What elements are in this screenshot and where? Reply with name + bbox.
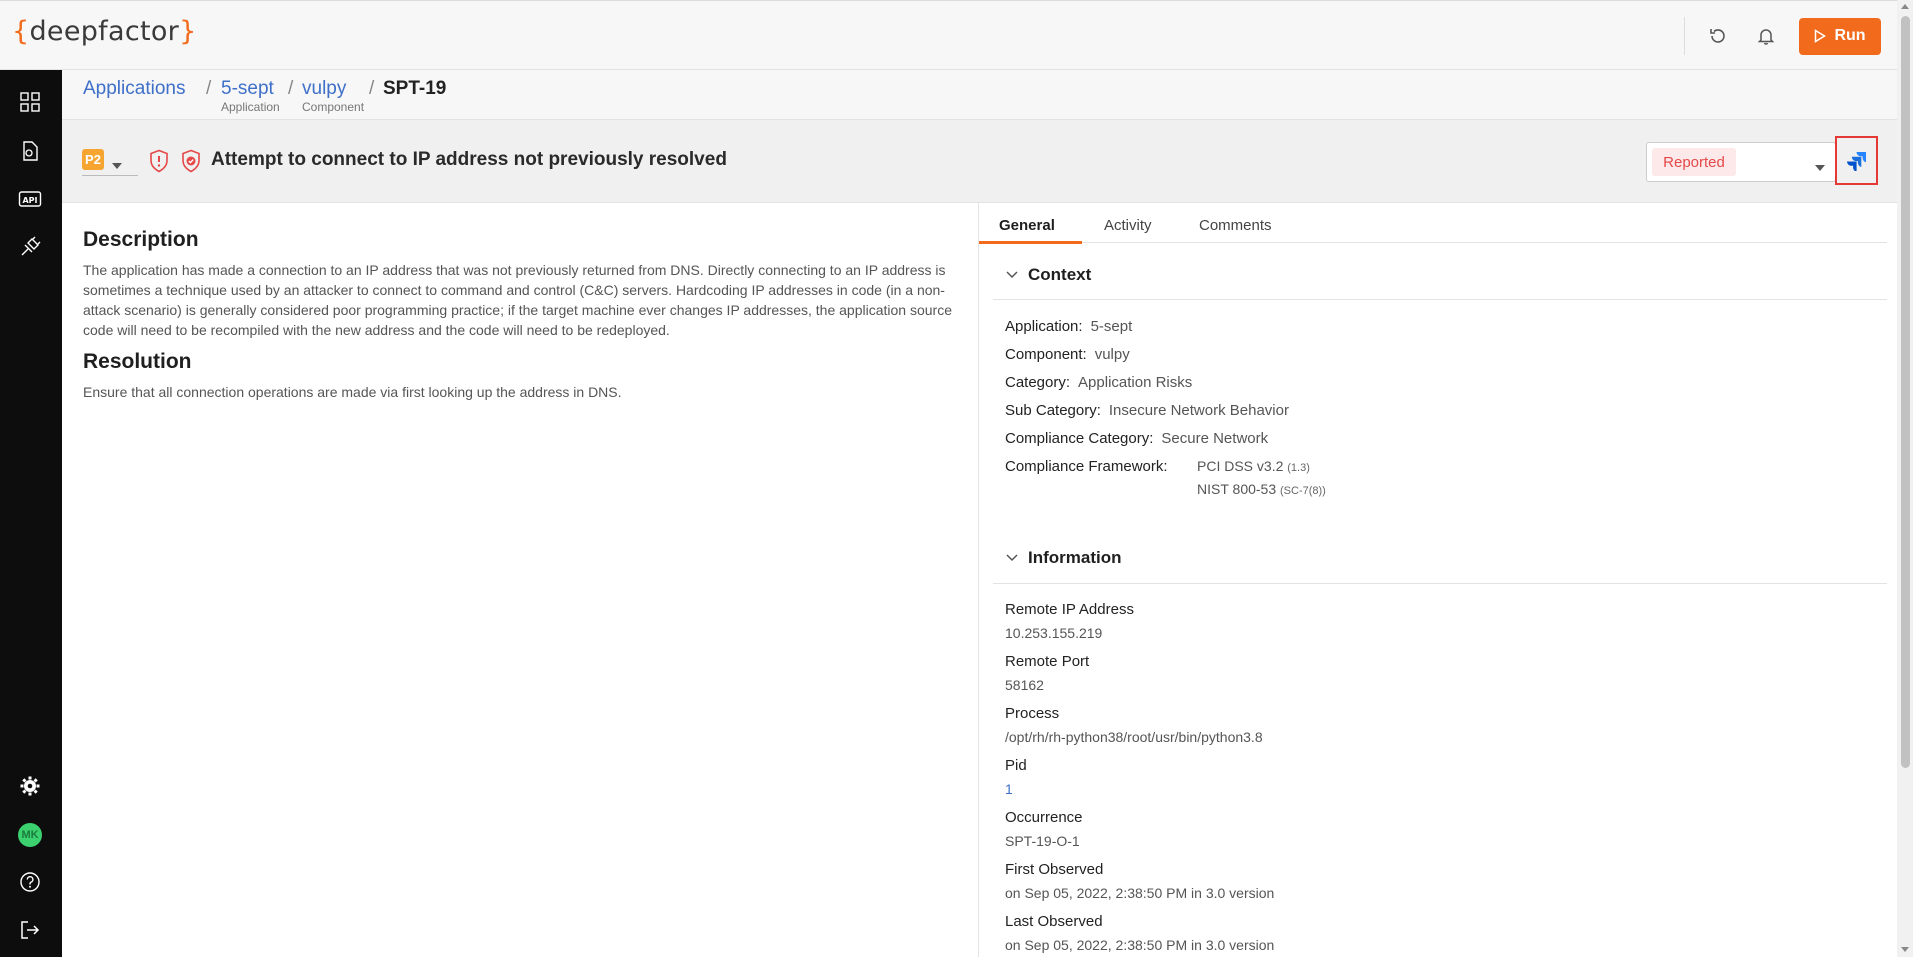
chevron-down-icon bbox=[1815, 158, 1825, 176]
top-bar: {deepfactor} Run bbox=[0, 0, 1897, 70]
breadcrumb-separator: / bbox=[288, 78, 294, 99]
information-heading: Information bbox=[1028, 548, 1122, 567]
integration-plug-icon[interactable] bbox=[15, 232, 45, 262]
run-label: Run bbox=[1834, 27, 1866, 44]
description-text: The application has made a connection to… bbox=[83, 262, 952, 338]
tab-activity[interactable]: Activity bbox=[1104, 217, 1152, 234]
breadcrumb-current: SPT-19 bbox=[383, 78, 447, 99]
resolution-heading: Resolution bbox=[83, 350, 192, 373]
deepfactor-logo[interactable]: {deepfactor} bbox=[12, 16, 197, 47]
jira-button[interactable] bbox=[1835, 136, 1878, 185]
logout-icon[interactable] bbox=[15, 915, 45, 945]
context-subcategory: Sub Category: Insecure Network Behavior bbox=[1005, 402, 1289, 419]
alert-title: Attempt to connect to IP address not pre… bbox=[211, 149, 727, 170]
top-actions: Run bbox=[1684, 17, 1881, 55]
play-icon bbox=[1815, 29, 1827, 43]
tab-general[interactable]: General bbox=[999, 217, 1055, 234]
shield-alert-icon bbox=[148, 149, 170, 178]
scroll-down-arrow-icon[interactable] bbox=[1901, 947, 1909, 952]
api-icon[interactable]: API bbox=[15, 184, 45, 214]
gear-icon[interactable] bbox=[15, 771, 45, 801]
status-badge: Reported bbox=[1652, 148, 1736, 176]
avatar[interactable]: MK bbox=[18, 823, 42, 847]
first-observed-value: on Sep 05, 2022, 2:38:50 PM in 3.0 versi… bbox=[1005, 885, 1275, 901]
status-select[interactable]: Reported bbox=[1646, 142, 1836, 182]
breadcrumb-component-sub: Component bbox=[302, 100, 365, 114]
context-compliance-category: Compliance Category: Secure Network bbox=[1005, 430, 1269, 447]
context-application: Application: 5-sept bbox=[1005, 318, 1133, 335]
tab-comments[interactable]: Comments bbox=[1199, 217, 1272, 234]
breadcrumb: Applications / 5-sept Application / vulp… bbox=[62, 70, 1897, 120]
scroll-up-arrow-icon[interactable] bbox=[1901, 4, 1909, 9]
description-heading: Description bbox=[83, 228, 199, 251]
svg-text:API: API bbox=[22, 196, 37, 205]
resolution-text: Ensure that all connection operations ar… bbox=[83, 384, 622, 400]
bell-icon[interactable] bbox=[1751, 21, 1781, 51]
divider bbox=[993, 583, 1887, 584]
context-component: Component: vulpy bbox=[1005, 346, 1130, 363]
logo-brace-close: } bbox=[179, 16, 197, 47]
pid-label: Pid bbox=[1005, 757, 1027, 774]
priority-chevron-down-icon[interactable] bbox=[112, 156, 122, 174]
remote-ip-label: Remote IP Address bbox=[1005, 601, 1134, 618]
jira-icon bbox=[1846, 151, 1866, 171]
run-button[interactable]: Run bbox=[1799, 17, 1881, 55]
remote-port-label: Remote Port bbox=[1005, 653, 1090, 670]
scroll-thumb[interactable] bbox=[1901, 16, 1910, 768]
alert-header: P2 Attempt to connect to IP address not … bbox=[62, 120, 1897, 203]
breadcrumb-component[interactable]: vulpy bbox=[302, 78, 346, 100]
panel-divider bbox=[978, 203, 979, 957]
first-observed-label: First Observed bbox=[1005, 861, 1104, 878]
divider bbox=[1684, 17, 1685, 55]
page-scrollbar[interactable] bbox=[1897, 0, 1913, 957]
framework-item: PCI DSS v3.2 (1.3) bbox=[1197, 458, 1310, 474]
application-file-icon[interactable] bbox=[15, 136, 45, 166]
breadcrumb-separator: / bbox=[206, 78, 212, 99]
logo-text: deepfactor bbox=[29, 16, 180, 47]
chevron-down-icon bbox=[1006, 271, 1018, 279]
sidebar: API MK bbox=[0, 70, 62, 957]
refresh-icon[interactable] bbox=[1703, 21, 1733, 51]
breadcrumb-applications[interactable]: Applications bbox=[83, 78, 185, 100]
process-value: /opt/rh/rh-python38/root/usr/bin/python3… bbox=[1005, 729, 1263, 745]
remote-port-value: 58162 bbox=[1005, 677, 1044, 693]
breadcrumb-application[interactable]: 5-sept bbox=[221, 78, 274, 100]
last-observed-value: on Sep 05, 2022, 2:38:50 PM in 3.0 versi… bbox=[1005, 937, 1275, 953]
detail-tabs: General Activity Comments bbox=[979, 203, 1887, 244]
context-section-toggle[interactable]: Context bbox=[1006, 265, 1091, 285]
dashboard-icon[interactable] bbox=[15, 87, 45, 117]
divider bbox=[993, 299, 1887, 300]
priority-underline bbox=[82, 175, 138, 176]
active-tab-indicator bbox=[979, 241, 1082, 244]
information-section-toggle[interactable]: Information bbox=[1006, 548, 1122, 568]
help-icon[interactable] bbox=[15, 867, 45, 897]
priority-badge[interactable]: P2 bbox=[82, 149, 104, 170]
breadcrumb-separator: / bbox=[369, 78, 375, 99]
pid-link[interactable]: 1 bbox=[1005, 781, 1013, 797]
context-heading: Context bbox=[1028, 265, 1092, 284]
context-category: Category: Application Risks bbox=[1005, 374, 1193, 391]
occurrence-value: SPT-19-O-1 bbox=[1005, 833, 1080, 849]
framework-list: PCI DSS v3.2 (1.3) NIST 800-53 (SC-7(8)) bbox=[1197, 456, 1326, 502]
remote-ip-value: 10.253.155.219 bbox=[1005, 625, 1103, 641]
process-label: Process bbox=[1005, 705, 1060, 722]
shield-check-icon bbox=[180, 149, 202, 178]
logo-brace-open: { bbox=[12, 16, 30, 47]
last-observed-label: Last Observed bbox=[1005, 913, 1103, 930]
occurrence-label: Occurrence bbox=[1005, 809, 1083, 826]
chevron-down-icon bbox=[1006, 554, 1018, 562]
framework-item: NIST 800-53 (SC-7(8)) bbox=[1197, 481, 1326, 497]
breadcrumb-application-sub: Application bbox=[221, 100, 280, 114]
description-panel: Description The application has made a c… bbox=[83, 228, 963, 402]
context-compliance-framework: Compliance Framework: bbox=[1005, 458, 1168, 475]
